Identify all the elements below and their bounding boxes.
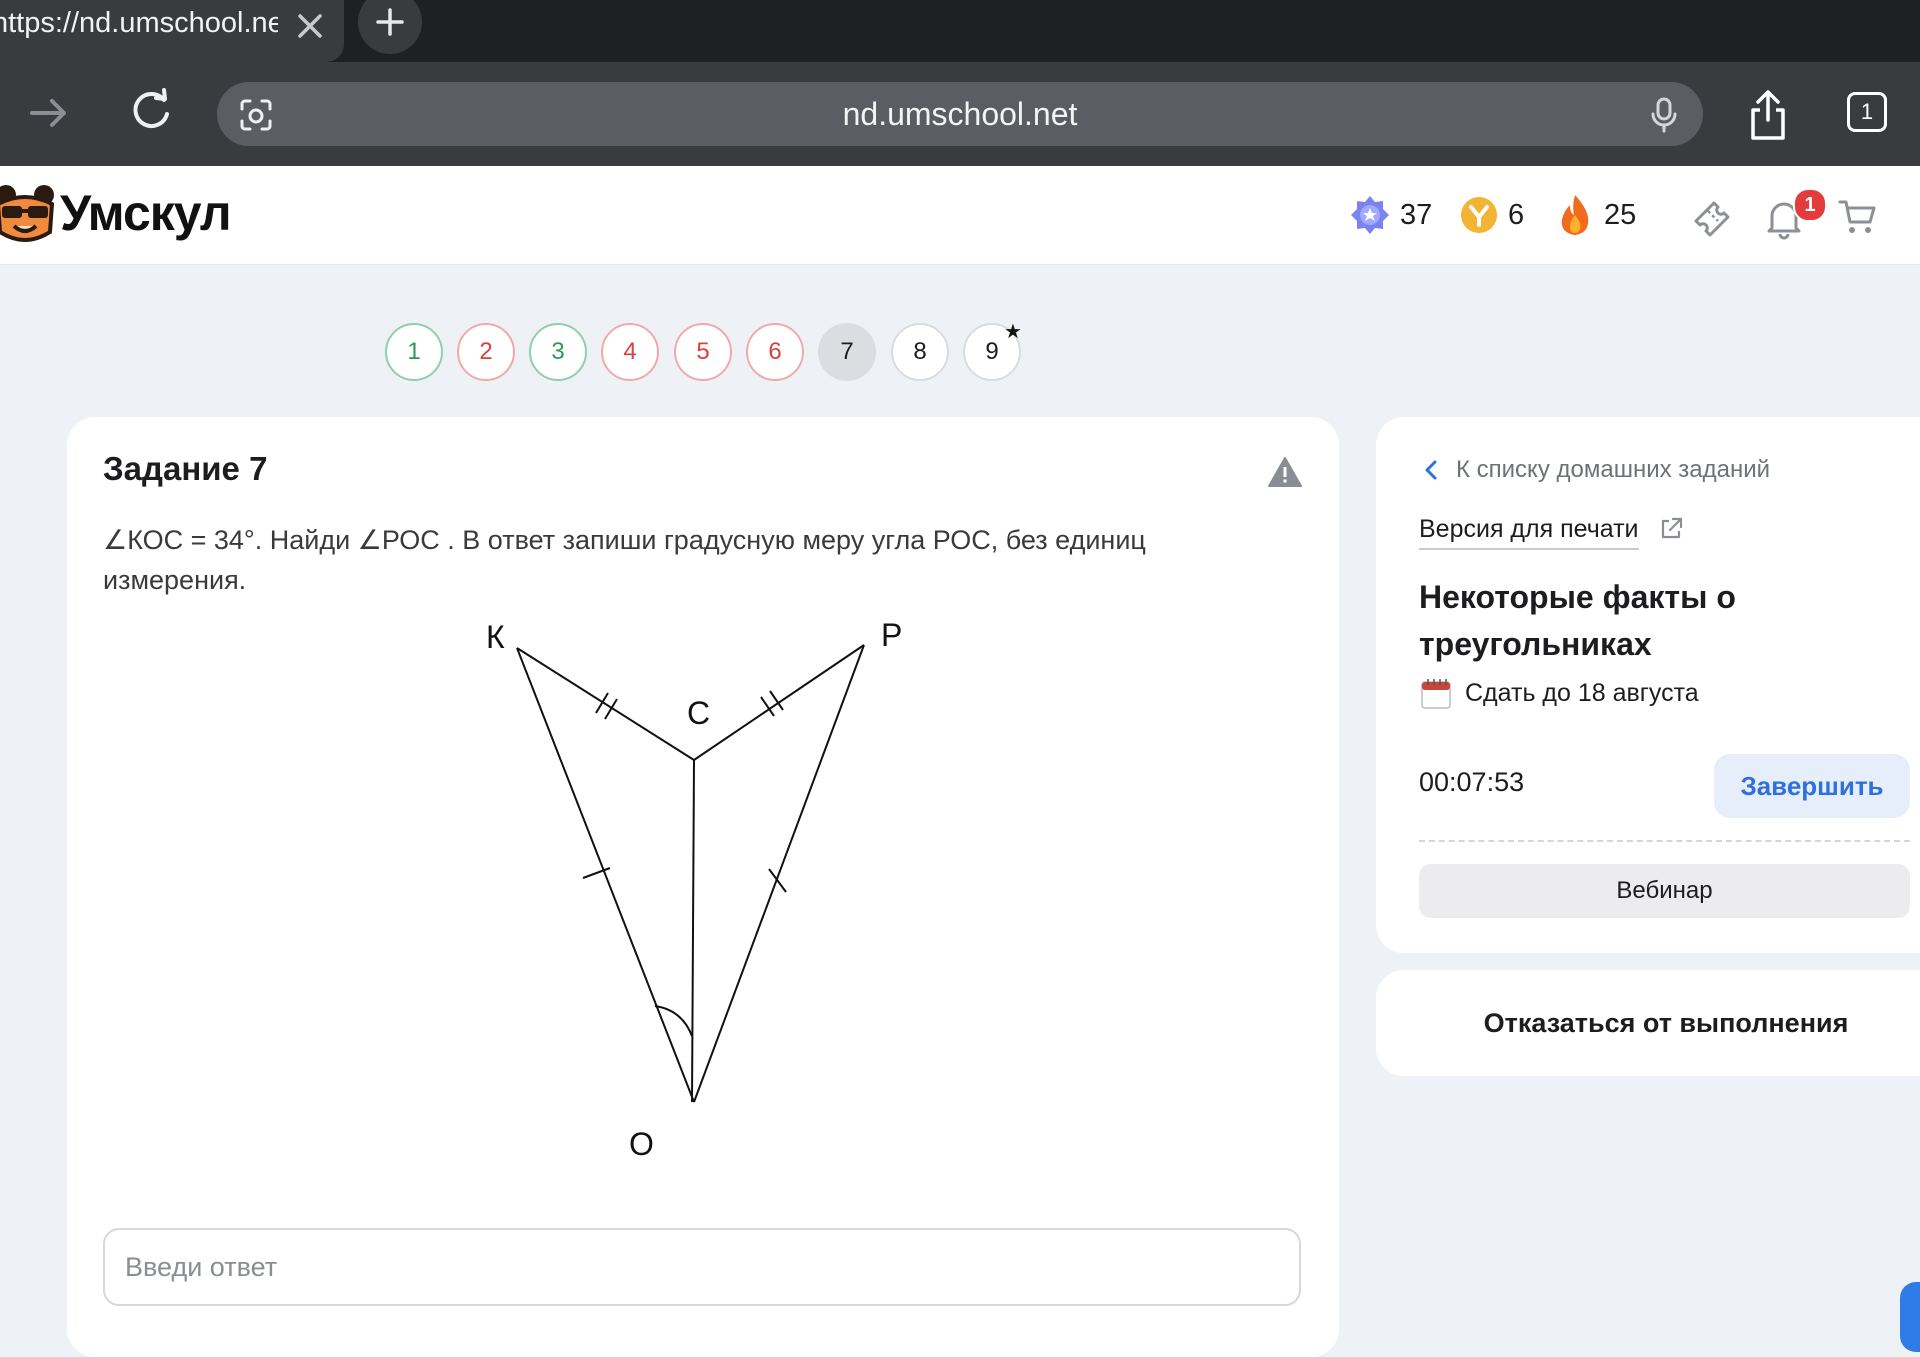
badges-stat[interactable]: 37 [1350,192,1432,238]
browser-tabstrip: https://nd.umschool.net/ [0,0,1920,62]
homework-title: Некоторые факты о треугольниках [1419,579,1736,662]
webinar-button[interactable]: Вебинар [1419,864,1910,918]
segment-co [691,759,695,1103]
bear-logo-icon[interactable] [0,182,58,248]
streak-stat[interactable]: 25 [1556,192,1636,238]
deadline-text: Сдать до 18 августа [1465,678,1699,707]
external-link-icon[interactable] [1658,516,1684,542]
award-icon [1351,196,1389,234]
refuse-task-button[interactable]: Отказаться от выполнения [1376,970,1920,1076]
coins-count: 6 [1508,198,1525,231]
finish-button[interactable]: Завершить [1714,754,1910,818]
deadline: Сдать до 18 августа [1419,676,1699,710]
logo-text[interactable]: Умскул [60,184,232,242]
chevron-left-icon [1425,460,1437,480]
task-statement-line: ∠КОС = 34°. Найди ∠РОС . В ответ запиши … [103,525,1146,555]
browser-tab[interactable]: https://nd.umschool.net/ [0,0,344,62]
new-tab-button[interactable] [358,0,422,54]
plus-icon [376,8,404,36]
streak-count: 25 [1604,198,1637,231]
address-bar[interactable]: nd.umschool.net [217,82,1703,146]
back-link-label: К списку домашних заданий [1456,456,1771,483]
ticket-icon[interactable] [1688,195,1732,239]
report-warning-icon[interactable] [1268,456,1302,488]
vertex-label-c: С [687,695,710,731]
calendar-icon [1421,679,1451,709]
coin-icon [1461,197,1497,233]
timer: 00:07:53 [1419,767,1525,797]
task-nav-3[interactable]: 3 [529,323,587,381]
task-nav-5[interactable]: 5 [674,323,732,381]
task-nav-7[interactable]: 7 [818,323,876,381]
segment-ko [516,647,695,1103]
support-chat-button[interactable] [1900,1282,1920,1352]
task-nav-4[interactable]: 4 [601,323,659,381]
task-nav-8[interactable]: 8 [891,323,949,381]
back-to-homework-list-link[interactable]: К списку домашних заданий [1418,456,1770,484]
task-nav-6[interactable]: 6 [746,323,804,381]
task-title: Задание 7 [103,450,268,487]
segment-po [693,644,865,1103]
reload-icon[interactable] [126,86,176,136]
segment-kc [516,647,695,761]
triangle-figure: К Р С О [486,617,902,1162]
vertex-label-o: О [629,1126,654,1162]
task-nav-2[interactable]: 2 [457,323,515,381]
tick-po [768,868,787,893]
tab-title: https://nd.umschool.net/ [0,8,278,38]
share-icon[interactable] [1746,88,1790,142]
print-version-link[interactable]: Версия для печати [1419,515,1639,550]
answer-input[interactable] [103,1228,1301,1306]
tab-count-button[interactable]: 1 [1847,92,1887,132]
vertex-label-k: К [486,619,505,655]
star-icon: ★ [1004,321,1022,343]
divider [1419,840,1910,842]
cart-icon[interactable] [1838,198,1878,236]
close-icon[interactable] [292,8,328,44]
vertex-label-p: Р [881,617,902,653]
angle-arc-koc [654,1005,693,1037]
mic-icon[interactable] [1649,96,1679,134]
task-nav-1[interactable]: 1 [385,323,443,381]
forward-icon[interactable] [26,90,72,136]
notification-badge: 1 [1793,188,1827,222]
badges-count: 37 [1400,198,1433,231]
coins-stat[interactable]: 6 [1460,192,1524,238]
tick-kc-1 [595,692,609,714]
fire-icon [1561,195,1589,235]
url-text: nd.umschool.net [842,96,1078,132]
task-statement-line: измерения. [103,565,247,595]
task-statement: ∠КОС = 34°. Найди ∠РОС . В ответ запиши … [103,520,1283,600]
